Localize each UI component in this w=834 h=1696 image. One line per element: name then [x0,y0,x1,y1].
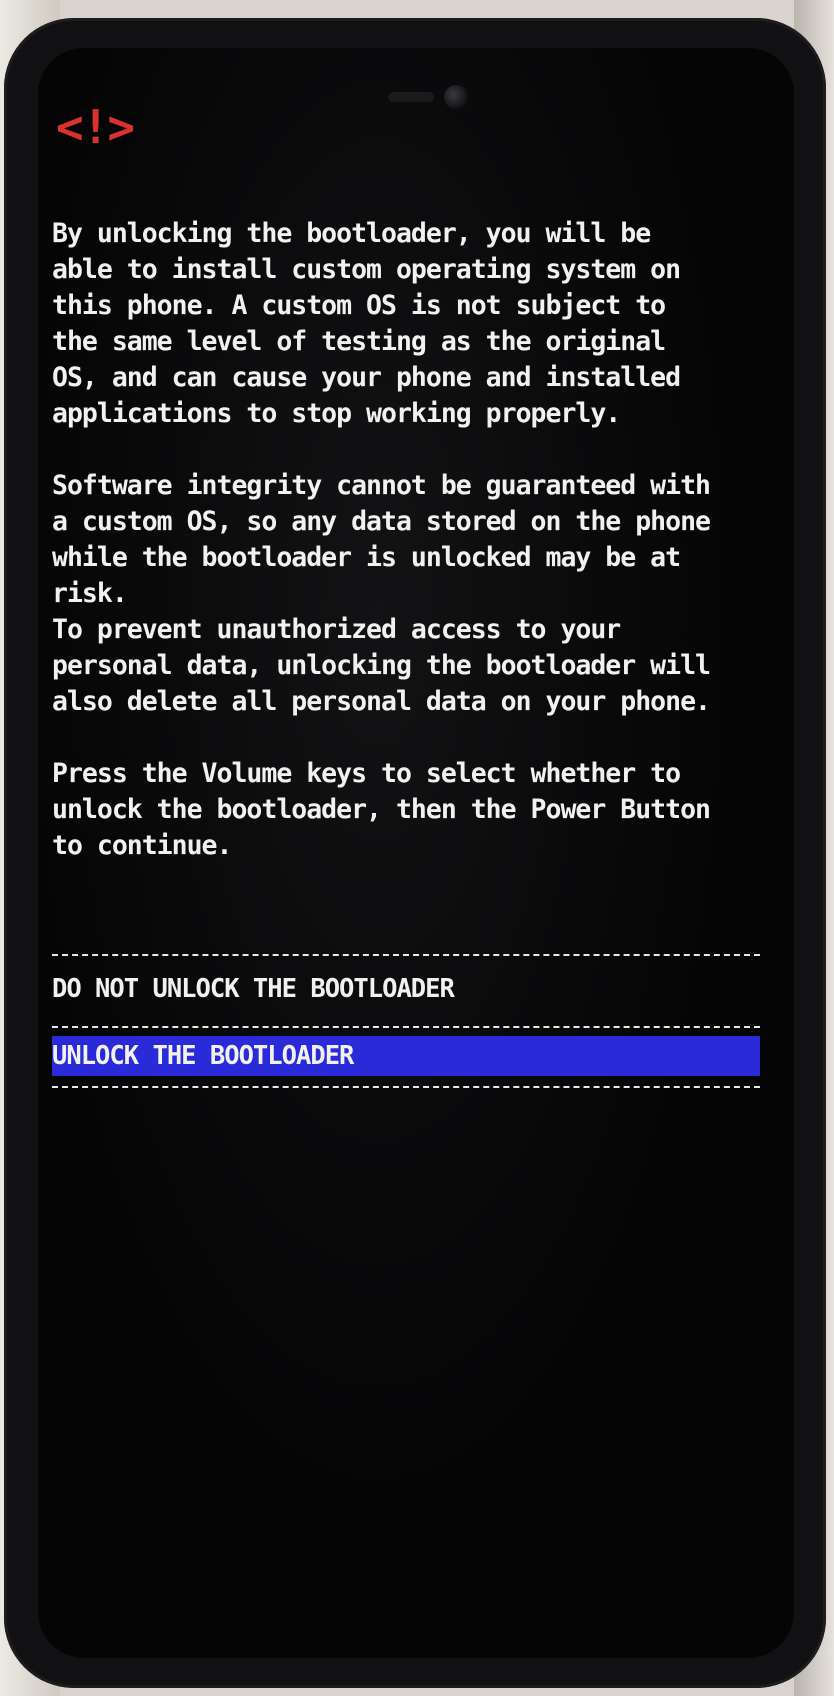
option-unlock-bootloader[interactable]: UNLOCK THE BOOTLOADER [52,1036,760,1076]
warning-text: By unlocking the bootloader, you will be… [52,216,772,864]
front-camera-icon [444,85,468,109]
menu-divider [52,1086,760,1088]
phone-body: <!> By unlocking the bootloader, you wil… [4,18,826,1688]
bootloader-screen: <!> By unlocking the bootloader, you wil… [38,48,794,1658]
paragraph-custom-os: By unlocking the bootloader, you will be… [52,218,681,429]
paragraph-instructions: Press the Volume keys to select whether … [52,758,711,861]
option-do-not-unlock[interactable]: DO NOT UNLOCK THE BOOTLOADER [52,956,760,1026]
paragraph-data-risk: Software integrity cannot be guaranteed … [52,470,711,717]
earpiece-area [388,82,478,112]
menu-divider [52,1026,760,1028]
unlock-menu: DO NOT UNLOCK THE BOOTLOADER UNLOCK THE … [52,954,760,1088]
warning-icon: <!> [56,100,135,154]
earpiece-speaker [388,92,434,102]
